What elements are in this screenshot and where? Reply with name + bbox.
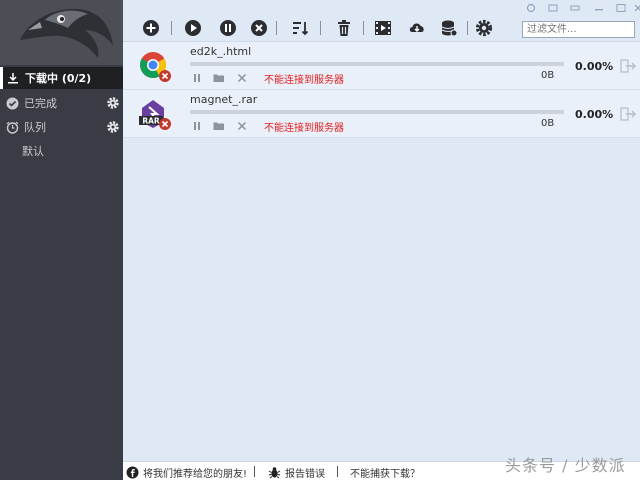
video-icon[interactable] [374,19,392,37]
toolbar-divider [363,21,364,35]
open-file-icon[interactable] [620,59,636,73]
toolbar [123,0,640,42]
close-icon[interactable] [235,120,249,132]
open-file-icon[interactable] [620,107,636,121]
pin-icon[interactable] [522,2,540,14]
task-file-name: magnet_.rar [190,93,258,106]
maximize-icon[interactable] [612,2,630,14]
error-message: 不能连接到服务器 [264,75,344,86]
stop-button[interactable] [250,19,268,37]
toolbar-divider [467,21,468,35]
cannot-capture-label: 不能捕获下载？ [350,469,420,480]
report-bug-link[interactable]: 报告错误 [268,465,325,480]
folder-icon[interactable] [212,72,226,84]
sort-icon[interactable] [291,19,309,37]
settings-gear-icon[interactable] [475,19,493,37]
file-size: 0B [541,70,555,81]
eagle-logo [0,0,123,65]
database-icon[interactable] [440,19,458,37]
restore-icon[interactable] [566,2,584,14]
close-window-icon[interactable] [629,2,640,14]
gear-icon[interactable] [106,96,120,110]
close-icon[interactable] [235,72,249,84]
rar-archive-icon: RAR [138,98,172,132]
progress-percent: 0.00% [575,108,614,121]
cannot-capture-link[interactable]: 不能捕获下载？ [350,465,420,480]
add-task-button[interactable] [142,19,160,37]
sidebar: 下载中 (0/2) 已完成 队列 默认 [0,0,123,480]
check-circle-icon [5,96,19,110]
task-list: ed2k_.html 不能连接到服务器 0B 0.00% RAR magnet_… [123,42,640,461]
report-bug-label: 报告错误 [285,469,325,480]
error-message: 不能连接到服务器 [264,123,344,134]
progress-percent: 0.00% [575,60,614,73]
status-divider [337,466,338,477]
task-row[interactable]: RAR magnet_.rar 不能连接到服务器 0B 0.00% [123,90,640,138]
sidebar-item-downloading[interactable]: 下载中 (0/2) [0,67,123,89]
gear-icon[interactable] [106,120,120,134]
cloud-download-icon[interactable] [408,19,426,37]
svg-text:RAR: RAR [142,117,160,126]
toolbar-divider [171,21,172,35]
pause-icon[interactable] [190,72,204,84]
pause-button[interactable] [219,19,237,37]
sidebar-item-label: 已完成 [24,97,57,110]
recommend-label: 将我们推荐给您的朋友! [143,469,248,480]
toolbar-divider [276,21,277,35]
alarm-clock-icon [5,120,19,134]
folder-icon[interactable] [212,120,226,132]
facebook-icon [126,466,139,479]
recommend-link[interactable]: 将我们推荐给您的朋友! [126,465,247,480]
chrome-html-icon [138,50,172,84]
sidebar-item-label: 默认 [22,145,44,158]
menu-icon[interactable] [544,2,562,14]
task-file-name: ed2k_.html [190,45,252,58]
sidebar-item-queue[interactable]: 队列 [0,116,123,138]
delete-icon[interactable] [335,19,353,37]
watermark-text: 头条号 / 少数派 [505,456,626,475]
minimize-icon[interactable] [590,2,608,14]
start-button[interactable] [184,19,202,37]
pause-icon[interactable] [190,120,204,132]
status-divider [254,466,255,477]
sidebar-item-default-queue[interactable]: 默认 [0,140,123,162]
sidebar-item-label: 队列 [24,121,46,134]
bug-icon [268,466,281,479]
progress-bar [190,62,564,66]
sidebar-item-completed[interactable]: 已完成 [0,92,123,114]
toolbar-divider [320,21,321,35]
progress-bar [190,110,564,114]
sidebar-item-label: 下载中 (0/2) [25,72,92,85]
task-row[interactable]: ed2k_.html 不能连接到服务器 0B 0.00% [123,42,640,90]
download-icon [6,71,20,85]
filter-files-input[interactable] [522,21,635,38]
file-size: 0B [541,118,555,129]
